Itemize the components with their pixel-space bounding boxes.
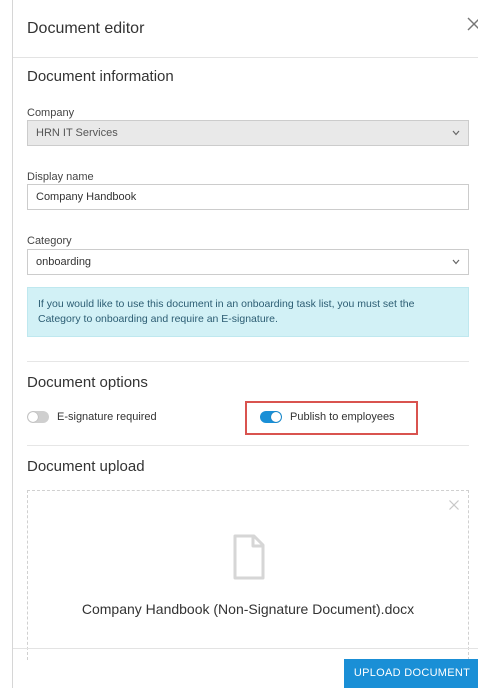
- section-divider: [27, 445, 469, 446]
- document-options-title: Document options: [27, 374, 148, 391]
- toggle-knob: [271, 412, 281, 422]
- e-signature-toggle[interactable]: [27, 411, 49, 423]
- e-signature-label: E-signature required: [57, 411, 157, 423]
- company-select[interactable]: HRN IT Services: [27, 120, 469, 146]
- close-icon[interactable]: [465, 15, 478, 33]
- document-upload-title: Document upload: [27, 458, 145, 475]
- file-icon: [233, 534, 265, 580]
- publish-label: Publish to employees: [290, 411, 395, 423]
- category-select[interactable]: onboarding: [27, 249, 469, 275]
- toggle-knob: [28, 412, 38, 422]
- document-editor-panel: Document editor Document information Com…: [12, 0, 478, 688]
- chevron-down-icon: [452, 130, 460, 136]
- category-label: Category: [27, 235, 72, 247]
- company-select-value: HRN IT Services: [36, 127, 118, 139]
- publish-toggle[interactable]: [260, 411, 282, 423]
- footer-divider: [13, 648, 478, 649]
- panel-title: Document editor: [27, 20, 145, 37]
- display-name-label: Display name: [27, 171, 94, 183]
- close-icon[interactable]: [448, 499, 460, 511]
- upload-document-button[interactable]: UPLOAD DOCUMENT: [344, 659, 478, 688]
- display-name-input[interactable]: [27, 184, 469, 210]
- section-divider: [27, 361, 469, 362]
- onboarding-info-message: If you would like to use this document i…: [27, 287, 469, 337]
- category-select-value: onboarding: [36, 256, 92, 268]
- panel-header: Document editor: [13, 0, 478, 58]
- upload-dropzone[interactable]: Company Handbook (Non-Signature Document…: [27, 490, 469, 660]
- chevron-down-icon: [452, 259, 460, 265]
- e-signature-toggle-row[interactable]: E-signature required: [27, 408, 157, 426]
- page: Document editor Document information Com…: [0, 0, 478, 688]
- company-label: Company: [27, 107, 75, 119]
- publish-toggle-row[interactable]: Publish to employees: [260, 408, 395, 426]
- uploaded-file-name: Company Handbook (Non-Signature Document…: [81, 601, 415, 617]
- document-information-title: Document information: [27, 68, 174, 85]
